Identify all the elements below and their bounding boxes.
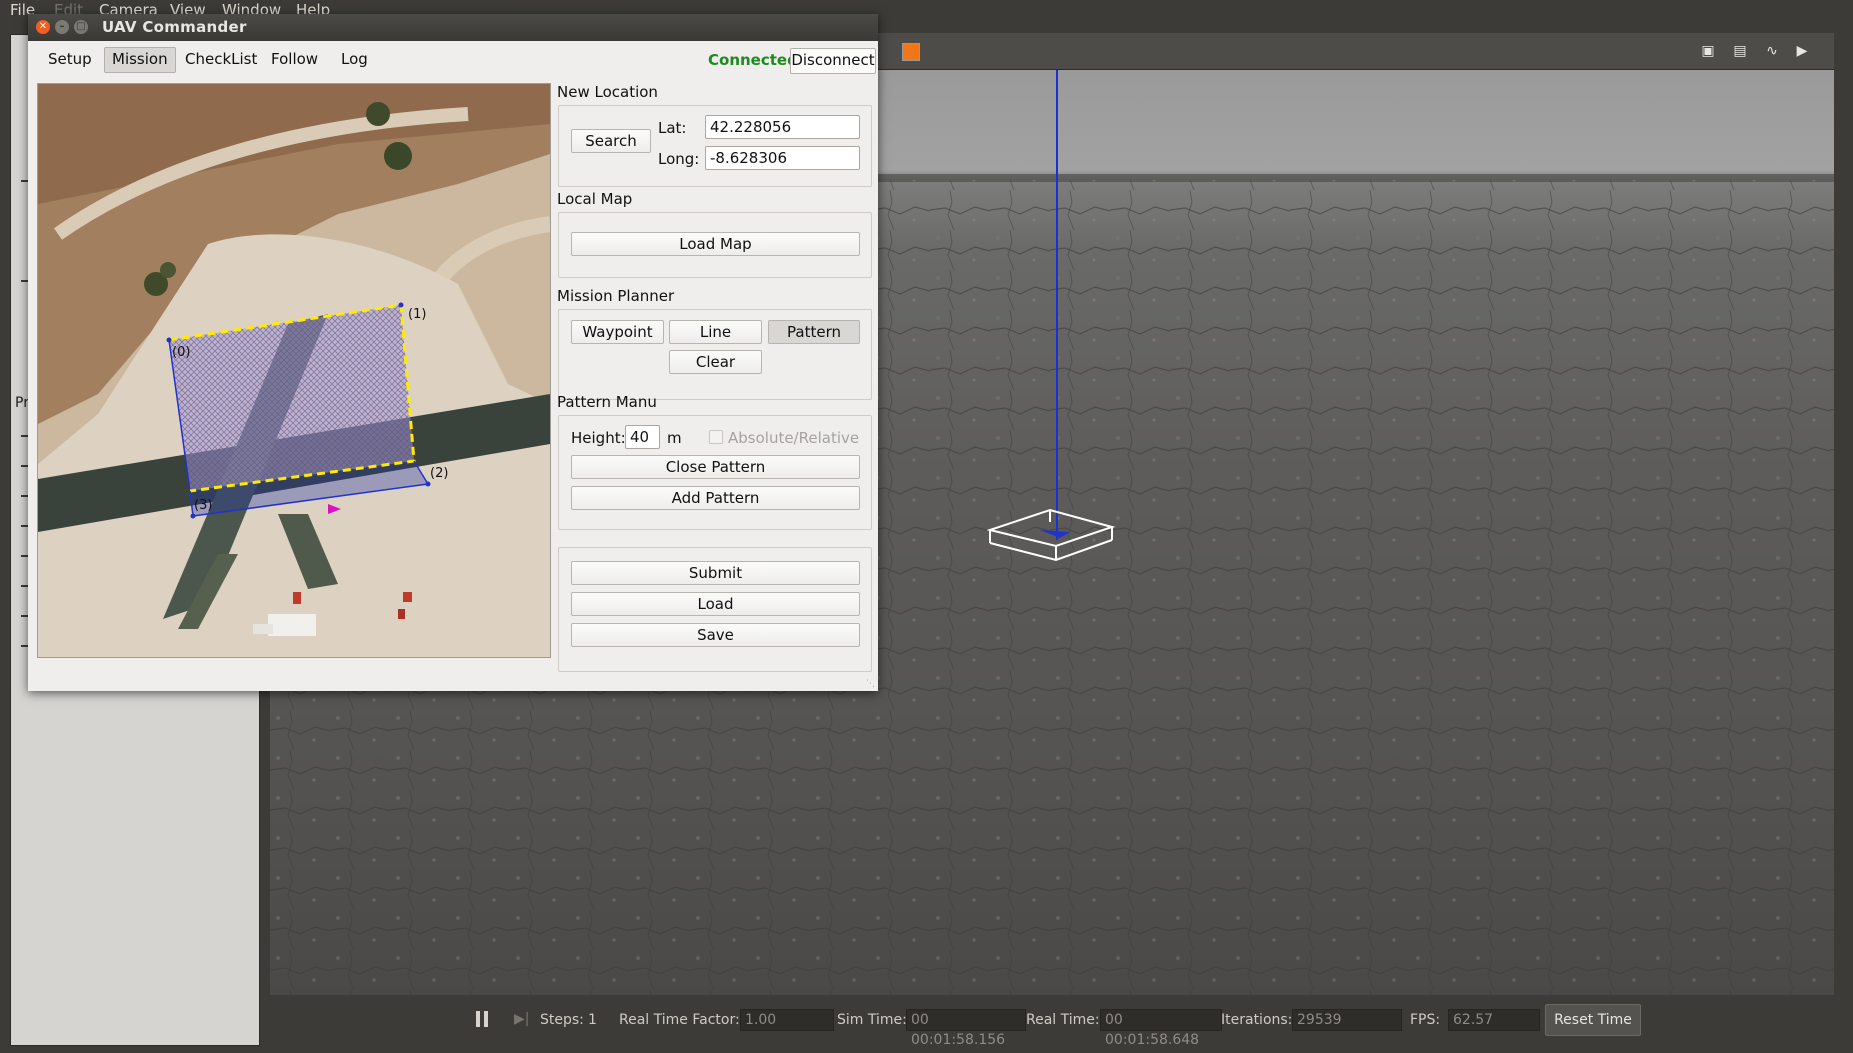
sim-time-label: Sim Time: xyxy=(837,1012,907,1028)
mission-map[interactable]: (0) (1) (2) (3) xyxy=(37,83,551,658)
tab-checklist[interactable]: CheckList xyxy=(178,47,264,71)
real-time-label: Real Time: xyxy=(1026,1012,1100,1028)
steps-label: Steps: xyxy=(540,1012,584,1028)
uav-commander-window: ✕ – □ UAV Commander Setup Mission CheckL… xyxy=(28,14,878,691)
video-icon[interactable]: ▶ xyxy=(1792,43,1812,59)
gazebo-bottom-bar: ▶| Steps: 1 Real Time Factor: 1.00 Sim T… xyxy=(270,996,1834,1048)
map-point-1: (1) xyxy=(408,307,426,322)
absolute-relative-label: Absolute/Relative xyxy=(728,429,860,447)
fps-label: FPS: xyxy=(1410,1012,1441,1028)
reset-time-button[interactable]: Reset Time xyxy=(1545,1004,1641,1036)
sim-time-value: 00 00:01:58.156 xyxy=(906,1009,1026,1048)
map-point-3: (3) xyxy=(194,498,212,513)
map-point-0: (0) xyxy=(172,345,190,360)
tab-bar: Setup Mission CheckList Follow Log Conne… xyxy=(28,41,878,75)
plot-icon[interactable]: ∿ xyxy=(1762,43,1782,59)
height-unit: m xyxy=(667,429,682,447)
iterations-label: Iterations: xyxy=(1221,1012,1293,1028)
add-pattern-button[interactable]: Add Pattern xyxy=(571,486,860,510)
box-shape-icon[interactable] xyxy=(902,43,920,61)
window-titlebar[interactable]: ✕ – □ UAV Commander xyxy=(28,14,878,41)
lat-field[interactable]: 42.228056 xyxy=(705,115,860,139)
height-field[interactable]: 40 xyxy=(625,425,660,449)
long-label: Long: xyxy=(658,150,700,168)
step-icon[interactable]: ▶| xyxy=(514,1011,529,1027)
close-icon[interactable]: ✕ xyxy=(36,20,50,34)
window-title: UAV Commander xyxy=(102,18,247,36)
tab-log[interactable]: Log xyxy=(334,47,375,71)
local-map-title: Local Map xyxy=(557,190,633,208)
pattern-manu-title: Pattern Manu xyxy=(557,393,657,411)
mission-planner-title: Mission Planner xyxy=(557,287,675,305)
iterations-value: 29539 xyxy=(1292,1009,1402,1031)
maximize-icon[interactable]: □ xyxy=(74,20,88,34)
log-icon[interactable]: ▤ xyxy=(1730,43,1750,59)
save-button[interactable]: Save xyxy=(571,623,860,647)
tab-mission[interactable]: Mission xyxy=(104,47,176,73)
height-label: Height: xyxy=(571,429,626,447)
gazebo-menubar: File Edit Camera View Window Help xyxy=(0,0,1853,19)
tab-setup[interactable]: Setup xyxy=(41,47,99,71)
pattern-button[interactable]: Pattern xyxy=(768,320,860,344)
close-pattern-button[interactable]: Close Pattern xyxy=(571,455,860,479)
line-button[interactable]: Line xyxy=(669,320,762,344)
rtf-label: Real Time Factor: xyxy=(619,1012,740,1028)
tab-follow[interactable]: Follow xyxy=(264,47,325,71)
clear-button[interactable]: Clear xyxy=(669,350,762,374)
rtf-value: 1.00 xyxy=(740,1009,834,1031)
resize-grip-icon[interactable]: ⋱ xyxy=(866,679,876,689)
load-button[interactable]: Load xyxy=(571,592,860,616)
connection-status: Connected xyxy=(708,51,798,69)
steps-value[interactable]: 1 xyxy=(588,1011,597,1029)
panel-label: Pr xyxy=(15,395,29,411)
lat-label: Lat: xyxy=(658,119,687,137)
absolute-relative-checkbox[interactable] xyxy=(709,430,723,444)
satellite-map-image: (0) (1) (2) (3) xyxy=(38,84,550,657)
long-field[interactable]: -8.628306 xyxy=(705,146,860,170)
load-map-button[interactable]: Load Map xyxy=(571,232,860,256)
map-point-2: (2) xyxy=(430,466,448,481)
disconnect-button[interactable]: Disconnect xyxy=(790,48,876,74)
real-time-value: 00 00:01:58.648 xyxy=(1100,1009,1222,1048)
waypoint-button[interactable]: Waypoint xyxy=(571,320,664,344)
search-button[interactable]: Search xyxy=(571,129,651,153)
new-location-title: New Location xyxy=(557,83,658,101)
minimize-icon[interactable]: – xyxy=(55,20,69,34)
fps-value: 62.57 xyxy=(1448,1009,1540,1031)
camera-icon[interactable]: ▣ xyxy=(1698,43,1718,59)
submit-button[interactable]: Submit xyxy=(571,561,860,585)
pause-icon[interactable] xyxy=(476,1011,488,1027)
